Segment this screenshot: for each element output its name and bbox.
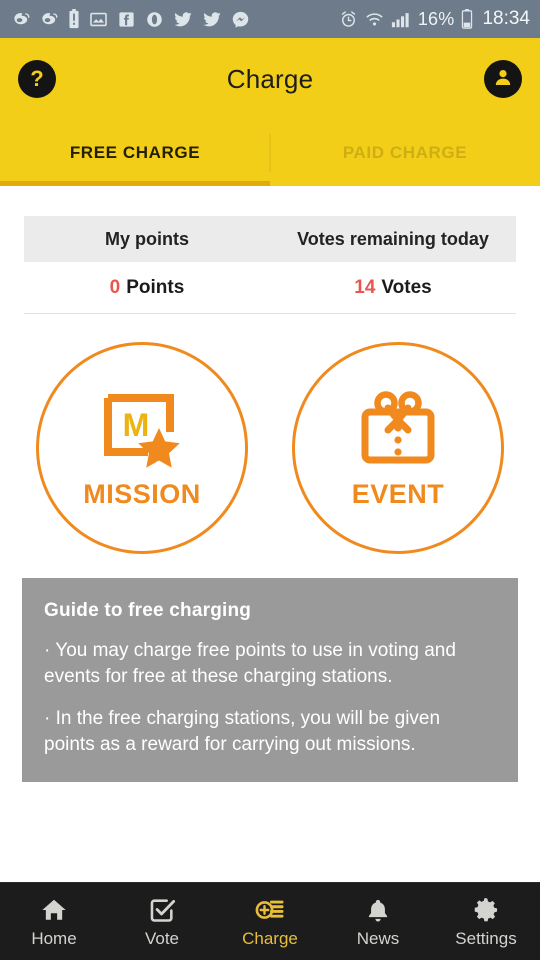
- nav-item-charge-label: Charge: [242, 928, 298, 948]
- table-header-row: My points Votes remaining today: [24, 216, 516, 262]
- gallery-icon: [89, 10, 108, 29]
- battery-percent-label: 16%: [417, 8, 455, 29]
- nav-item-news[interactable]: News: [324, 895, 432, 949]
- checkbox-check-icon: [148, 895, 176, 925]
- my-points-unit: Points: [126, 276, 185, 298]
- page-title: Charge: [226, 63, 314, 94]
- bottom-navigation-bar: Home Vote Charge News Settings: [0, 882, 540, 960]
- app-screen: 16% 18:34 ? Charge FREE CHARGE PAID CHAR…: [0, 0, 540, 960]
- app-bar: ? Charge: [0, 38, 540, 120]
- question-mark-icon: ?: [30, 66, 44, 91]
- guide-title: Guide to free charging: [44, 600, 252, 621]
- coins-plus-icon: [255, 895, 285, 925]
- facebook-icon: [117, 10, 136, 29]
- opera-icon: [145, 10, 164, 29]
- guide-paragraph: · You may charge free points to use in v…: [44, 640, 456, 687]
- votes-remaining-value: 14: [354, 276, 376, 298]
- mission-frame-star-icon: M: [96, 387, 188, 473]
- mission-button[interactable]: M MISSION: [36, 342, 248, 554]
- tab-bar: FREE CHARGE PAID CHARGE: [0, 120, 540, 186]
- home-icon: [40, 895, 68, 925]
- nav-item-vote[interactable]: Vote: [108, 895, 216, 949]
- cell-my-points: 0 Points: [24, 262, 270, 313]
- main-content: My points Votes remaining today 0 Points…: [0, 186, 540, 882]
- twitter-icon: [202, 10, 222, 29]
- tab-free-charge[interactable]: FREE CHARGE: [0, 120, 270, 186]
- tab-paid-charge[interactable]: PAID CHARGE: [270, 120, 540, 186]
- nav-item-settings-label: Settings: [455, 928, 517, 948]
- nav-item-settings[interactable]: Settings: [432, 895, 540, 949]
- column-header-votes-remaining: Votes remaining today: [297, 228, 489, 249]
- my-points-value: 0: [109, 276, 121, 298]
- guide-panel: Guide to free charging · You may charge …: [22, 578, 518, 782]
- help-button[interactable]: ?: [18, 60, 56, 98]
- cellular-signal-icon: [391, 11, 411, 28]
- shortcut-buttons: M MISSION EVENT: [0, 342, 540, 554]
- gear-icon: [472, 895, 500, 925]
- status-bar: 16% 18:34: [0, 0, 540, 38]
- account-avatar-icon: [491, 65, 515, 94]
- weibo-icon: [12, 10, 31, 29]
- cell-votes-remaining: 14 Votes: [270, 262, 516, 313]
- svg-text:M: M: [123, 407, 150, 443]
- status-bar-notification-icons: [12, 9, 250, 29]
- battery-icon: [461, 9, 473, 29]
- nav-item-charge[interactable]: Charge: [216, 895, 324, 949]
- nav-item-news-label: News: [356, 928, 400, 948]
- clock-label: 18:34: [482, 8, 530, 29]
- points-summary-table: My points Votes remaining today 0 Points…: [24, 216, 516, 314]
- event-label: EVENT: [351, 478, 445, 509]
- wifi-icon: [365, 11, 384, 28]
- gift-box-icon: [355, 387, 441, 473]
- profile-button[interactable]: [484, 60, 522, 98]
- tab-paid-charge-label: PAID CHARGE: [342, 143, 468, 162]
- bell-icon: [365, 895, 391, 925]
- nav-item-vote-label: Vote: [144, 928, 180, 948]
- twitter-icon: [173, 10, 193, 29]
- nav-item-home[interactable]: Home: [0, 895, 108, 949]
- table-row: 0 Points 14 Votes: [24, 262, 516, 314]
- weibo-icon: [40, 10, 59, 29]
- tab-free-charge-label: FREE CHARGE: [69, 143, 201, 162]
- votes-remaining-unit: Votes: [381, 276, 432, 298]
- messenger-icon: [231, 10, 250, 29]
- event-button[interactable]: EVENT: [292, 342, 504, 554]
- battery-alert-icon: [68, 9, 80, 29]
- alarm-clock-icon: [339, 10, 358, 29]
- nav-item-home-label: Home: [31, 928, 77, 948]
- mission-label: MISSION: [83, 478, 201, 509]
- guide-paragraph: · In the free charging stations, you wil…: [44, 708, 441, 755]
- column-header-my-points: My points: [105, 228, 189, 249]
- status-bar-system-icons: 16% 18:34: [339, 8, 530, 30]
